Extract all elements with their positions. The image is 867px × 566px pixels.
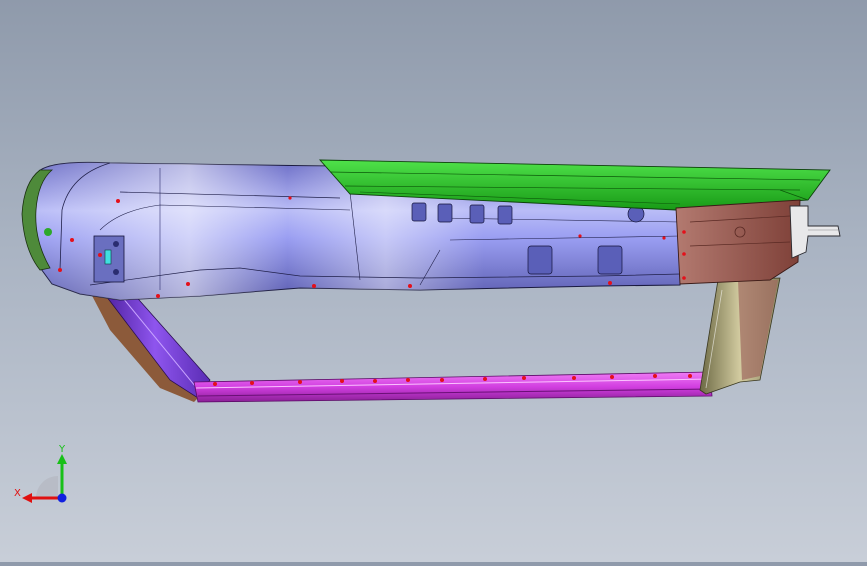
triad-plane-icon — [36, 476, 58, 498]
x-arrow-head-icon — [22, 493, 32, 503]
y-arrow-head-icon — [57, 454, 67, 464]
z-axis-dot-icon — [57, 493, 67, 503]
graphics-viewport[interactable] — [0, 0, 867, 562]
end-cap[interactable] — [675, 199, 801, 285]
connector-panel — [93, 235, 125, 283]
x-axis-label: X — [14, 488, 21, 499]
bottom-rail[interactable] — [193, 371, 713, 403]
left-strut[interactable] — [88, 287, 211, 402]
y-axis-label: Y — [58, 444, 66, 455]
coordinate-triad: Y X — [12, 440, 82, 510]
right-strut[interactable] — [699, 277, 781, 395]
model-view[interactable] — [0, 0, 867, 562]
bracket[interactable] — [789, 205, 841, 259]
